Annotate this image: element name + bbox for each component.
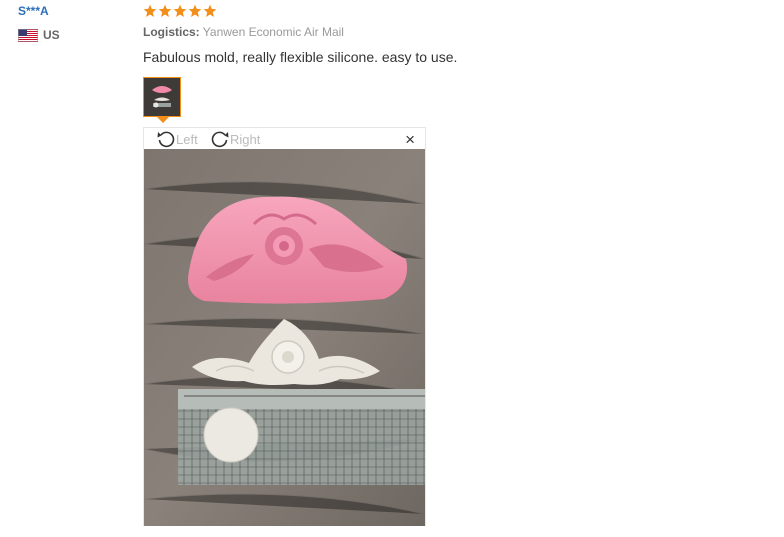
thumbnail-pointer bbox=[157, 117, 169, 123]
rotate-right-button[interactable]: Right bbox=[210, 129, 260, 149]
rotate-right-icon bbox=[211, 131, 229, 148]
logistics-info: Logistics: Yanwen Economic Air Mail bbox=[143, 25, 743, 39]
us-flag-icon bbox=[18, 28, 38, 42]
reviewer-info: S***A US bbox=[18, 4, 60, 42]
logistics-label: Logistics: bbox=[143, 25, 200, 39]
photo-viewer: Left Right × bbox=[143, 127, 426, 526]
star-icon bbox=[173, 4, 187, 17]
viewer-toolbar: Left Right × bbox=[144, 128, 425, 149]
rotate-right-label: Right bbox=[230, 131, 261, 147]
thumbnail-image bbox=[144, 78, 180, 116]
close-icon[interactable]: × bbox=[405, 130, 415, 150]
star-icon bbox=[203, 4, 217, 17]
rotate-left-label: Left bbox=[176, 131, 198, 147]
review-photo bbox=[144, 149, 425, 526]
review-photo-image bbox=[144, 149, 425, 526]
star-rating bbox=[143, 0, 743, 22]
star-icon bbox=[143, 4, 157, 17]
reviewer-name: S***A bbox=[18, 4, 49, 18]
review-text: Fabulous mold, really flexible silicone.… bbox=[143, 49, 458, 65]
rotate-left-icon bbox=[157, 131, 175, 148]
rotate-left-button[interactable]: Left bbox=[156, 129, 198, 149]
review-body: Logistics: Yanwen Economic Air Mail Fabu… bbox=[143, 0, 743, 65]
logistics-value: Yanwen Economic Air Mail bbox=[202, 25, 344, 39]
star-icon bbox=[158, 4, 172, 17]
review-photo-thumbnail[interactable] bbox=[143, 77, 181, 117]
reviewer-country: US bbox=[18, 28, 60, 42]
star-icon bbox=[188, 4, 202, 17]
country-code: US bbox=[43, 28, 60, 42]
